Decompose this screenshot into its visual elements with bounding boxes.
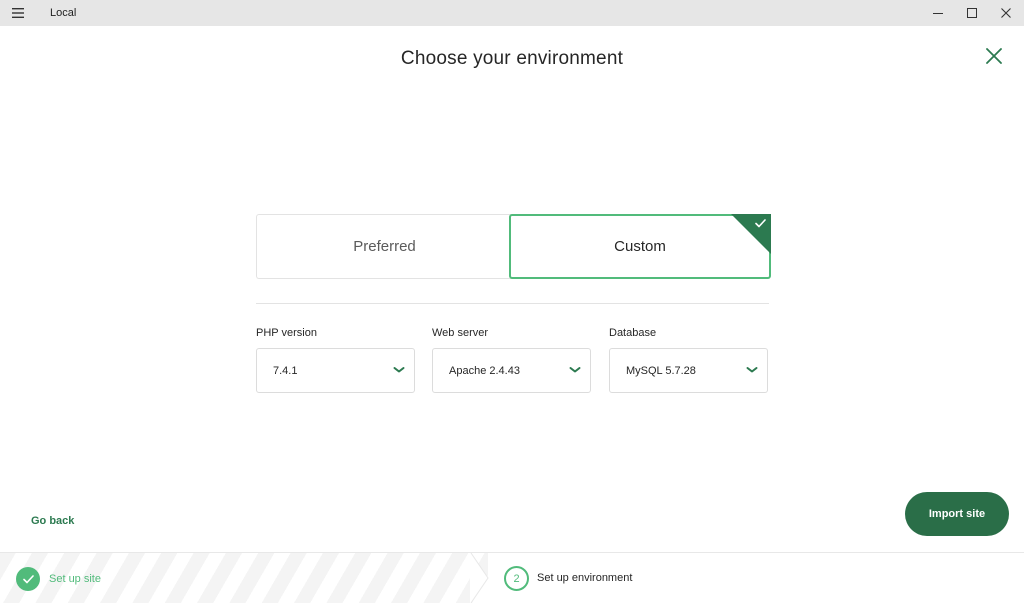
step-1-label: Set up site — [49, 573, 101, 585]
step-2-label: Set up environment — [537, 572, 633, 584]
custom-option-label: Custom — [614, 238, 666, 255]
php-version-label: PHP version — [256, 327, 317, 339]
web-server-value: Apache 2.4.43 — [449, 365, 520, 377]
database-label: Database — [609, 327, 657, 339]
database-value: MySQL 5.7.28 — [626, 365, 696, 377]
hamburger-icon[interactable] — [8, 3, 28, 23]
chevron-down-icon — [393, 367, 405, 373]
check-circle-icon — [16, 567, 40, 591]
close-icon[interactable] — [982, 44, 1006, 68]
step-separator-arrow — [470, 553, 489, 603]
web-server-select[interactable]: Apache 2.4.43 — [432, 348, 591, 393]
title-bar: Local — [0, 0, 1024, 26]
import-site-button[interactable]: Import site — [905, 492, 1009, 536]
import-site-label: Import site — [928, 508, 986, 520]
web-server-label: Web server — [432, 327, 489, 339]
chevron-down-icon — [569, 367, 581, 373]
divider — [256, 303, 769, 304]
checkmark-icon — [755, 219, 766, 228]
app-title: Local — [50, 7, 77, 19]
selected-corner-badge — [731, 214, 771, 254]
maximize-icon[interactable] — [955, 0, 989, 26]
minimize-icon[interactable] — [921, 0, 955, 26]
preferred-option-label: Preferred — [353, 238, 416, 255]
page-title: Choose your environment — [400, 48, 624, 69]
database-select[interactable]: MySQL 5.7.28 — [609, 348, 768, 393]
close-icon[interactable] — [989, 0, 1023, 26]
step-2-number-icon: 2 — [504, 566, 529, 591]
preferred-option[interactable]: Preferred — [256, 214, 512, 279]
php-version-value: 7.4.1 — [273, 365, 298, 377]
chevron-down-icon — [746, 367, 758, 373]
step-set-up-site: Set up site — [0, 553, 488, 603]
custom-option[interactable]: Custom — [509, 214, 771, 279]
go-back-link[interactable]: Go back — [31, 515, 74, 527]
php-version-select[interactable]: 7.4.1 — [256, 348, 415, 393]
environment-toggle: Preferred Custom — [256, 214, 771, 279]
